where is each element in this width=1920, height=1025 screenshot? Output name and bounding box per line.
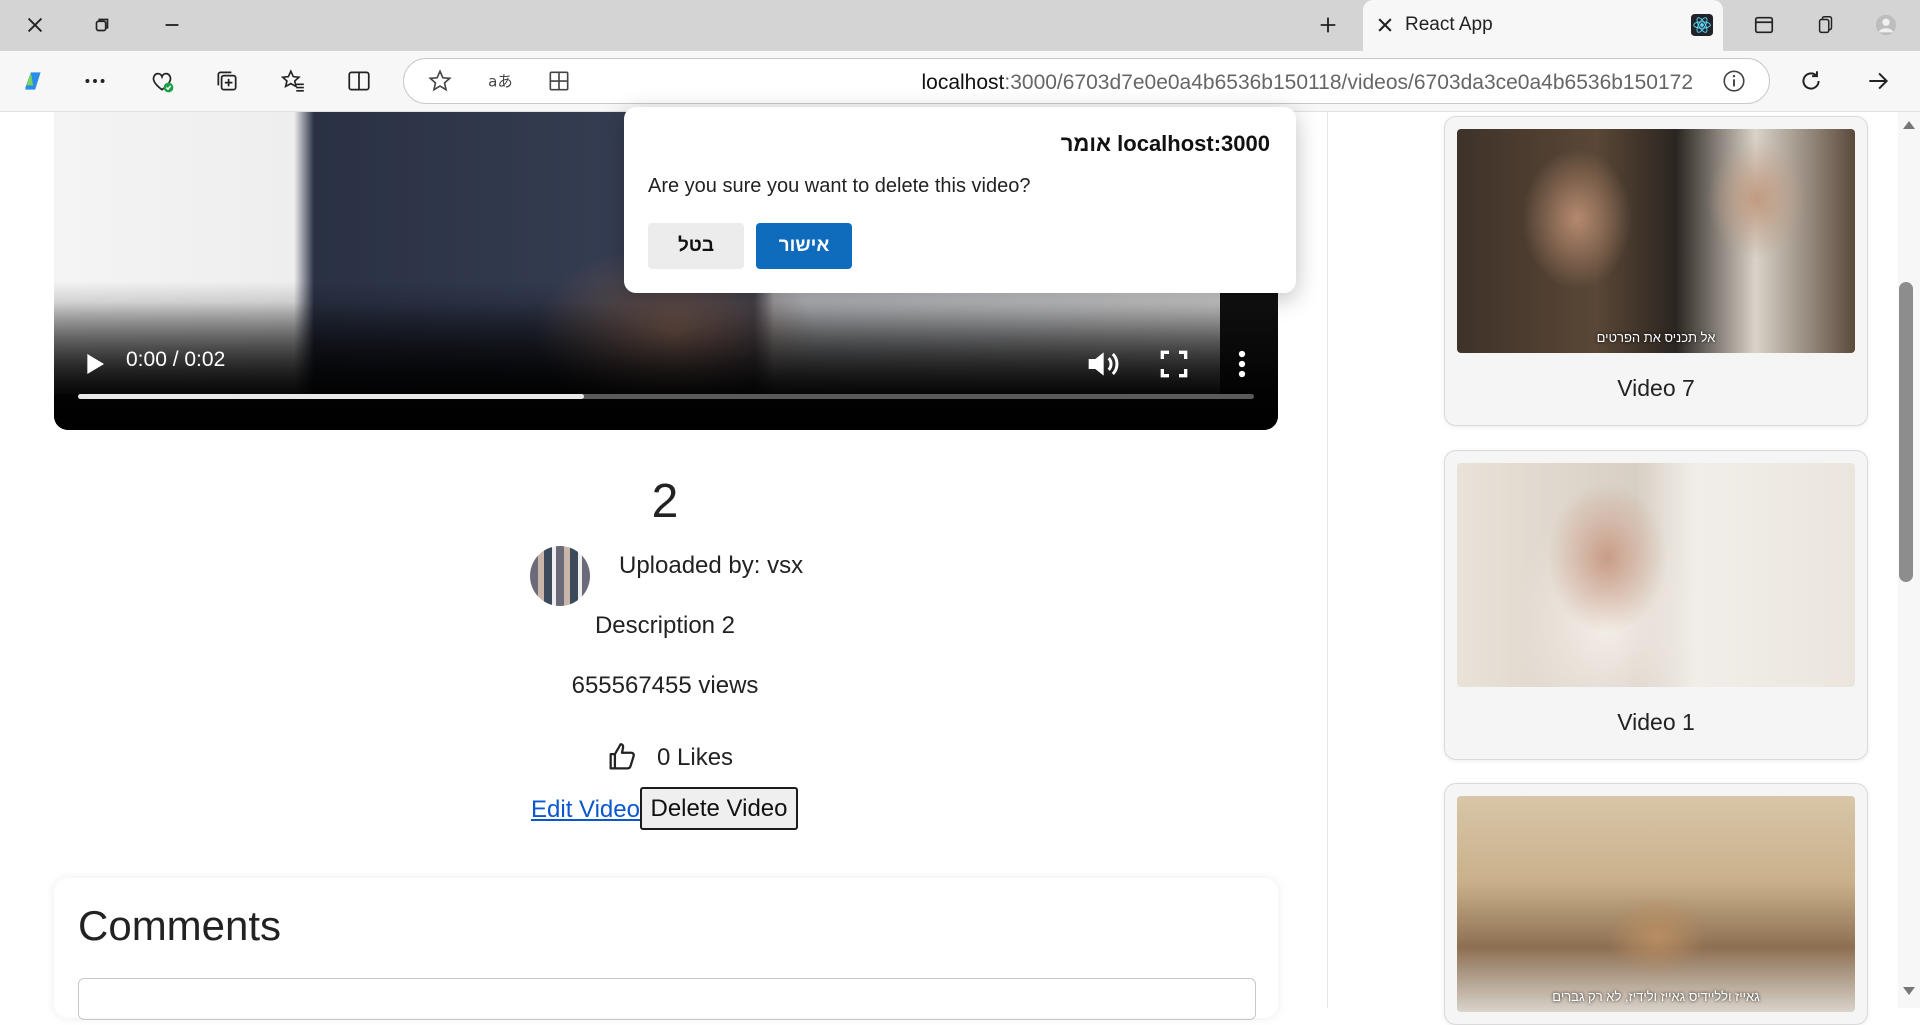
tab-strip: React App [0,0,1920,51]
scroll-up-arrow-icon[interactable] [1902,120,1916,130]
fullscreen-icon[interactable] [1154,344,1194,384]
sidebar-video-title[interactable]: Video 7 [1445,375,1867,402]
dialog-title: localhost:3000 אומר [1060,131,1270,156]
video-thumbnail[interactable]: אל תכניס את הפרטים [1457,129,1855,353]
tab-actions-icon[interactable] [1742,3,1786,47]
minimize-window-icon[interactable] [150,3,194,47]
add-favorite-star-icon[interactable] [418,59,462,103]
close-window-icon[interactable] [13,3,57,47]
content-divider [1327,112,1328,1008]
comments-title: Comments [78,902,282,949]
browser-essentials-icon[interactable] [140,59,184,103]
video-time: 0:00 / 0:02 [126,348,226,371]
svg-text:aあ: aあ [488,72,512,90]
new-tab-icon[interactable] [1306,3,1350,47]
more-options-icon[interactable] [73,59,117,103]
video-more-options-icon[interactable] [1222,344,1262,384]
copilot-icon[interactable] [11,59,55,103]
video-seekbar[interactable] [78,394,1254,399]
video-description: Description 2 [594,612,736,639]
read-aloud-translate-icon[interactable]: aあ [477,59,521,103]
edit-video-link[interactable]: Edit Video [531,796,640,824]
split-screen-icon[interactable] [337,59,381,103]
sidebar-video-card[interactable]: גאייז ולליידיס גאייז ולידיז, לא רק גברים [1444,783,1868,1025]
volume-icon[interactable] [1082,344,1122,384]
delete-video-button[interactable]: Delete Video [640,787,798,830]
refresh-icon[interactable] [1789,59,1833,103]
app-available-icon[interactable] [537,59,581,103]
tab-react-app[interactable]: React App [1363,0,1723,51]
browser-toolbar: aあ localhost:3000/6703d7e0e0a4b6536b1501… [0,51,1920,112]
url-text[interactable]: localhost:3000/6703d7e0e0a4b6536b150118/… [921,71,1693,95]
confirm-delete-dialog: localhost:3000 אומר Are you sure you wan… [624,107,1296,293]
video-title: 2 [651,475,679,528]
dialog-message: Are you sure you want to delete this vid… [648,175,1031,197]
video-views: 655567455 views [571,672,759,699]
tab-title: React App [1405,14,1493,35]
dialog-cancel-button[interactable]: בטל [648,223,744,269]
uploaded-by: Uploaded by: vsx [619,552,804,579]
workspaces-icon[interactable] [1804,3,1848,47]
dialog-ok-button[interactable]: אישור [756,223,852,269]
thumbs-up-icon[interactable] [605,740,639,774]
collections-icon[interactable] [205,59,249,103]
sidebar-video-title[interactable]: Video 1 [1445,709,1867,736]
close-tab-icon[interactable] [1371,11,1399,39]
sidebar-video-card-1[interactable]: Video 1 [1444,450,1868,760]
comments-section: Comments [54,878,1278,1020]
react-favicon-icon[interactable] [1680,3,1724,47]
sidebar-video-card-7[interactable]: אל תכניס את הפרטים Video 7 [1444,116,1868,426]
likes-count: 0 Likes [657,744,734,771]
comment-input[interactable] [78,978,1256,1020]
address-bar[interactable]: aあ localhost:3000/6703d7e0e0a4b6536b1501… [403,58,1770,104]
favorites-icon[interactable] [271,59,315,103]
profile-avatar-icon[interactable] [1864,3,1908,47]
scroll-down-arrow-icon[interactable] [1902,986,1916,996]
thumbnail-caption: אל תכניס את הפרטים [1596,330,1716,345]
restore-window-icon[interactable] [80,3,124,47]
url-host: localhost [921,71,1005,94]
video-thumbnail[interactable] [1457,463,1855,687]
video-thumbnail[interactable]: גאייז ולליידיס גאייז ולידיז, לא רק גברים [1457,796,1855,1012]
video-seekbar-progress [78,394,584,399]
uploader-avatar [530,546,590,606]
url-path: :3000/6703d7e0e0a4b6536b150118/videos/67… [1004,71,1693,94]
site-info-icon[interactable] [1712,59,1756,103]
thumbnail-caption: גאייז ולליידיס גאייז ולידיז, לא רק גברים [1552,989,1760,1004]
forward-arrow-icon[interactable] [1856,59,1900,103]
scrollbar-thumb[interactable] [1899,282,1913,582]
play-icon[interactable] [74,344,114,384]
